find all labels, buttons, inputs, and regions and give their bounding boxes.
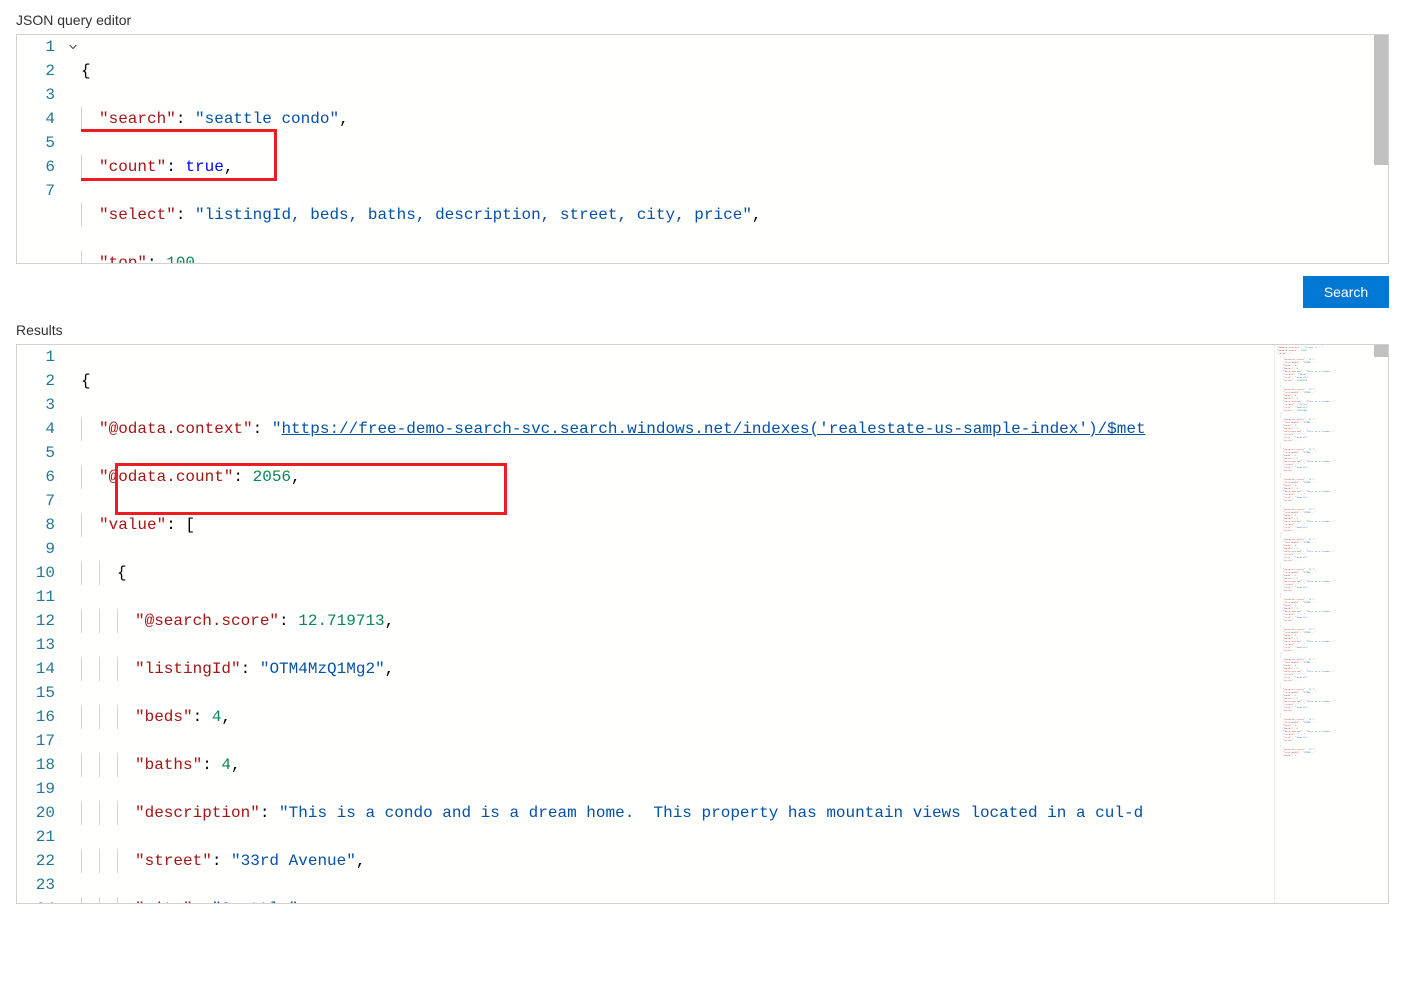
- query-code[interactable]: { "search": "seattle condo", "count": tr…: [81, 35, 1388, 263]
- results-scrollbar[interactable]: [1374, 345, 1388, 903]
- results-label: Results: [16, 322, 1389, 338]
- result0-baths: 4: [221, 756, 231, 774]
- results-editor[interactable]: 1234 5678 9101112 13141516 17181920 2122…: [16, 344, 1389, 904]
- query-count-value: true: [185, 158, 223, 176]
- odata-context-url[interactable]: https://free-demo-search-svc.search.wind…: [281, 420, 1145, 438]
- results-minimap[interactable]: "@odata.context": "https://..." "@odata.…: [1274, 345, 1374, 903]
- odata-count-value: 2056: [253, 468, 291, 486]
- query-editor[interactable]: 1 2 3 4 5 6 7 { "search": "seattle condo…: [16, 34, 1389, 264]
- result0-beds: 4: [212, 708, 222, 726]
- query-gutter: 1 2 3 4 5 6 7: [17, 35, 81, 263]
- results-gutter: 1234 5678 9101112 13141516 17181920 2122…: [17, 345, 81, 903]
- result0-score: 12.719713: [298, 612, 384, 630]
- query-scrollbar[interactable]: [1374, 35, 1388, 263]
- query-editor-label: JSON query editor: [16, 12, 1389, 28]
- result0-street: 33rd Avenue: [241, 852, 347, 870]
- query-top-value: 100: [166, 254, 195, 263]
- results-code[interactable]: { "@odata.context": "https://free-demo-s…: [81, 345, 1388, 903]
- fold-chevron-icon[interactable]: [65, 35, 81, 59]
- query-search-value: seattle condo: [205, 110, 330, 128]
- result0-listingid: OTM4MzQ1Mg2: [269, 660, 375, 678]
- result0-description: This is a condo and is a dream home. Thi…: [289, 804, 1144, 822]
- query-select-value: listingId, beds, baths, description, str…: [205, 206, 743, 224]
- search-button[interactable]: Search: [1303, 276, 1389, 308]
- result0-city: Seattle: [221, 900, 288, 903]
